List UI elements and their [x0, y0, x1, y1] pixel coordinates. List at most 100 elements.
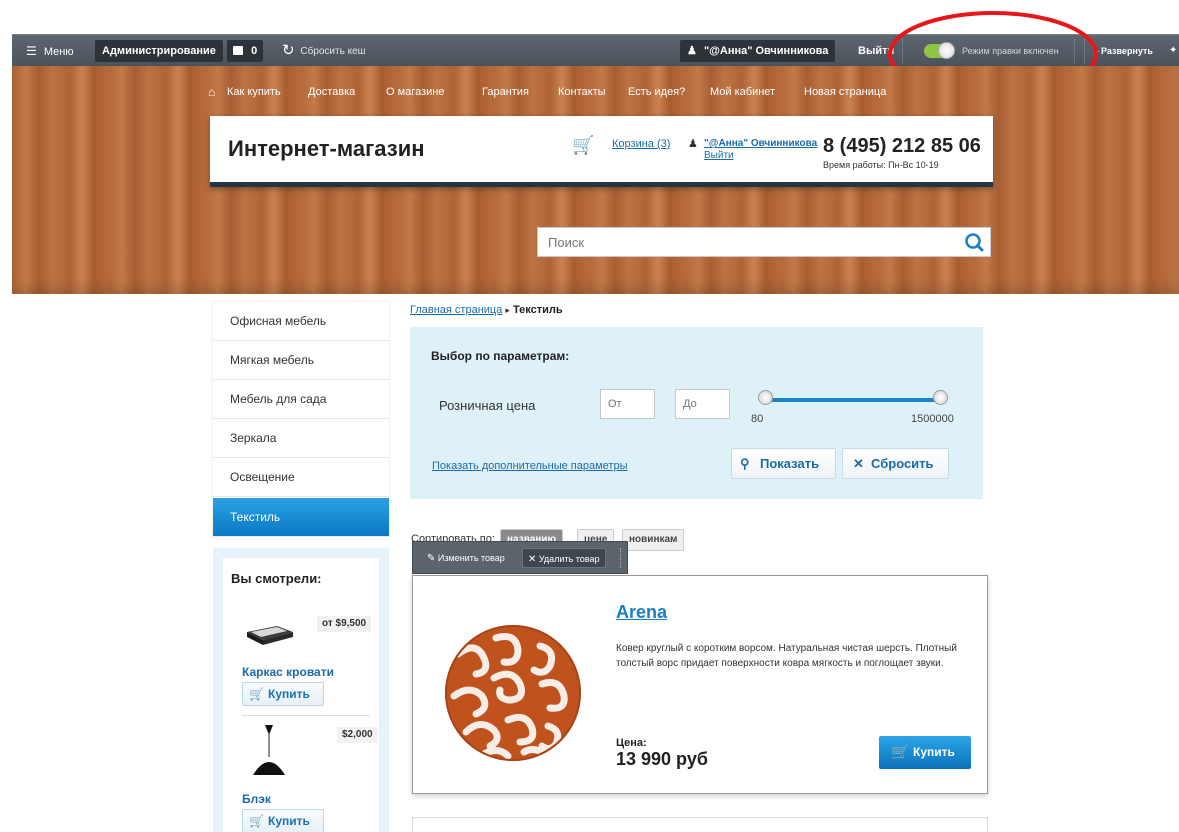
- price-slider-max-handle[interactable]: [933, 390, 948, 405]
- price-slider-track[interactable]: [766, 398, 940, 402]
- category-item[interactable]: Офисная мебель: [213, 302, 389, 341]
- expand-button[interactable]: ▸ Развернуть: [1094, 35, 1153, 67]
- viewed-item-price: $2,000: [337, 727, 378, 743]
- close-icon: ✕: [528, 554, 537, 565]
- notification-icon: [233, 46, 243, 55]
- logout-link[interactable]: Выйти: [704, 150, 734, 161]
- nav-link[interactable]: Контакты: [558, 86, 606, 98]
- product-card: Arena Ковер круглый с коротким ворсом. Н…: [412, 575, 988, 794]
- notifications-count: 0: [251, 45, 258, 57]
- reset-label: Сбросить: [871, 456, 934, 471]
- category-item[interactable]: Мебель для сада: [213, 380, 389, 419]
- refresh-icon: ↻: [282, 42, 295, 59]
- filter-title: Выбор по параметрам:: [431, 349, 570, 363]
- breadcrumb-separator: ▸: [505, 305, 510, 315]
- reset-button[interactable]: ✕ Сбросить: [842, 448, 949, 479]
- price-max-value: 1500000: [911, 413, 954, 425]
- viewed-products-panel: Вы смотрели: от $9,500 Каркас кровати 🛒 …: [213, 548, 389, 832]
- viewed-products-list: Вы смотрели: от $9,500 Каркас кровати 🛒 …: [223, 558, 379, 832]
- breadcrumb-home-link[interactable]: Главная страница: [410, 304, 502, 316]
- hamburger-icon: ☰: [26, 44, 37, 58]
- home-icon[interactable]: ⌂: [208, 85, 215, 99]
- category-item-active[interactable]: Текстиль: [213, 498, 389, 537]
- viewed-item-name[interactable]: Каркас кровати: [242, 665, 334, 679]
- category-item[interactable]: Зеркала: [213, 419, 389, 458]
- menu-button[interactable]: ☰ Меню: [26, 35, 74, 67]
- next-product-card: [412, 817, 988, 832]
- nav-link[interactable]: Есть идея?: [628, 86, 685, 98]
- filter-panel: Выбор по параметрам: Розничная цена 80 1…: [410, 327, 983, 499]
- delete-product-label: Удалить товар: [538, 554, 600, 564]
- nav-link[interactable]: Новая страница: [804, 86, 886, 98]
- bed-frame-image[interactable]: [243, 618, 295, 650]
- phone-number: 8 (495) 212 85 06: [823, 135, 981, 157]
- pin-icon[interactable]: ✦: [1169, 35, 1177, 67]
- clear-cache-button[interactable]: ↻ Сбросить кеш: [282, 35, 366, 67]
- user-name-link[interactable]: "@Анна" Овчинникова: [704, 138, 817, 149]
- price-slider-min-handle[interactable]: [758, 390, 773, 405]
- product-image[interactable]: [444, 624, 582, 762]
- buy-label: Купить: [268, 814, 310, 828]
- category-item[interactable]: Мягкая мебель: [213, 341, 389, 380]
- drag-handle[interactable]: [620, 548, 623, 568]
- notifications-button[interactable]: 0: [227, 40, 264, 62]
- admin-user-label: "@Анна" Овчинникова: [703, 45, 829, 57]
- viewed-title: Вы смотрели:: [231, 571, 322, 586]
- price-min-value: 80: [751, 413, 764, 425]
- cart-icon: 🛒: [249, 814, 264, 828]
- pencil-icon: ✎: [427, 553, 436, 564]
- close-icon: ✕: [853, 456, 864, 471]
- clear-cache-label: Сбросить кеш: [300, 46, 366, 57]
- show-label: Показать: [760, 456, 820, 471]
- pendant-lamp-image[interactable]: [241, 723, 303, 781]
- breadcrumb-current: Текстиль: [513, 304, 563, 316]
- expand-label: Развернуть: [1101, 46, 1153, 56]
- working-hours: Время работы: Пн-Вс 10-19: [823, 160, 939, 170]
- product-description: Ковер круглый с коротким ворсом. Натурал…: [616, 643, 957, 669]
- user-icon: ♟: [688, 138, 698, 150]
- nav-link[interactable]: Как купить: [227, 86, 281, 98]
- user-icon: ♟: [687, 45, 697, 57]
- cart-icon: 🛒: [249, 687, 264, 701]
- viewed-item-price: от $9,500: [317, 616, 372, 632]
- search-button[interactable]: [958, 228, 990, 256]
- price-label: Цена:: [616, 737, 647, 749]
- menu-label: Меню: [43, 46, 74, 58]
- administration-button[interactable]: Администрирование: [95, 40, 223, 62]
- search-icon: ⚲: [740, 456, 750, 471]
- search-bar: [537, 227, 991, 257]
- delete-product-button[interactable]: ✕ Удалить товар: [522, 548, 606, 568]
- buy-label: Купить: [268, 687, 310, 701]
- store-title[interactable]: Интернет-магазин: [228, 136, 425, 162]
- price-to-input[interactable]: [675, 389, 730, 419]
- viewed-item-name[interactable]: Блэк: [242, 792, 271, 806]
- viewed-buy-button[interactable]: 🛒 Купить: [242, 809, 324, 832]
- viewed-buy-button[interactable]: 🛒 Купить: [242, 682, 324, 706]
- product-price: 13 990 руб: [616, 749, 708, 769]
- cart-link[interactable]: Корзина (3): [612, 138, 670, 150]
- nav-link[interactable]: Гарантия: [482, 86, 529, 98]
- edit-product-label: Изменить товар: [437, 553, 505, 563]
- show-button[interactable]: ⚲ Показать: [731, 448, 836, 479]
- price-label: Розничная цена: [439, 398, 536, 413]
- category-item[interactable]: Освещение: [213, 458, 389, 497]
- buy-button[interactable]: 🛒 Купить: [879, 736, 971, 769]
- buy-label: Купить: [913, 745, 955, 759]
- price-from-input[interactable]: [600, 389, 655, 419]
- sort-by-new-button[interactable]: новинкам: [622, 529, 685, 551]
- product-edit-toolbar: ✎ Изменить товар ✕ Удалить товар: [412, 541, 628, 574]
- divider: [242, 715, 370, 716]
- admin-user-button[interactable]: ♟ "@Анна" Овчинникова: [680, 40, 836, 62]
- cart-icon[interactable]: 🛒: [572, 135, 594, 156]
- nav-link[interactable]: Доставка: [308, 86, 355, 98]
- product-title-link[interactable]: Arena: [616, 602, 667, 623]
- breadcrumb: Главная страница ▸ Текстиль: [410, 304, 563, 316]
- search-input[interactable]: [538, 228, 958, 256]
- store-header: Интернет-магазин 🛒 Корзина (3) ♟ "@Анна"…: [210, 116, 993, 187]
- nav-link[interactable]: О магазине: [386, 86, 444, 98]
- nav-link[interactable]: Мой кабинет: [710, 86, 775, 98]
- search-icon: [965, 233, 984, 252]
- cart-icon: 🛒: [891, 744, 910, 761]
- edit-product-button[interactable]: ✎ Изменить товар: [427, 548, 505, 568]
- more-params-link[interactable]: Показать дополнительные параметры: [432, 460, 627, 472]
